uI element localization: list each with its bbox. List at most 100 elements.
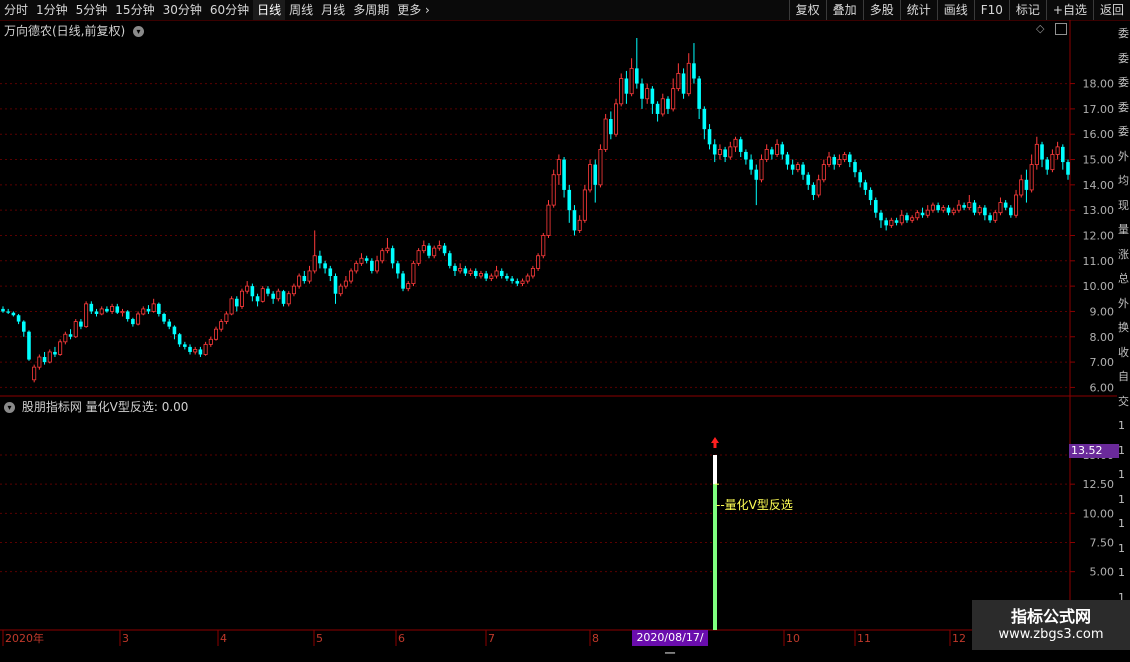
candle-body	[624, 78, 629, 94]
candle-body	[998, 202, 1003, 214]
watermark: 指标公式网 www.zbgs3.com	[972, 600, 1130, 650]
right-col-char: 换	[1118, 321, 1129, 334]
right-info-column: 委委委委委外均现量涨总外换收自交1111111111	[1117, 20, 1130, 630]
candle-body	[759, 159, 764, 181]
date-tick-label: 11	[857, 632, 871, 645]
watermark-url: www.zbgs3.com	[998, 627, 1104, 642]
date-tick-label: 12	[952, 632, 966, 645]
candle-body	[208, 338, 213, 345]
candle-body	[603, 118, 608, 150]
candle-body	[910, 217, 915, 221]
candle-body	[712, 144, 717, 155]
candle-body	[951, 209, 956, 214]
candle-body	[37, 356, 42, 368]
candle-body	[79, 321, 83, 327]
candle-body	[609, 119, 613, 135]
candle-body	[245, 285, 250, 292]
candle-body	[266, 288, 270, 294]
candle-body	[183, 344, 187, 347]
candle-body	[588, 164, 593, 191]
right-col-char: 1	[1118, 492, 1125, 506]
candle-body	[801, 164, 805, 175]
price-tick-label: 14.00	[1083, 179, 1115, 192]
candle-body	[1, 308, 5, 312]
right-col-char: 收	[1118, 345, 1129, 359]
candle-body	[276, 290, 281, 300]
candle-body	[930, 204, 935, 211]
candle-body	[582, 189, 587, 221]
candle-body	[598, 149, 603, 186]
indicator-tick-label: 10.00	[1083, 507, 1115, 520]
candle-body	[354, 262, 359, 272]
candle-body	[676, 73, 681, 90]
candle-body	[21, 321, 26, 332]
candle-body	[728, 146, 733, 158]
candle-body	[349, 270, 354, 282]
price-tick-label: 12.00	[1083, 229, 1115, 242]
candle-body	[848, 154, 852, 163]
candle-body	[920, 212, 925, 216]
candle-body	[125, 311, 130, 320]
candle-body	[551, 174, 556, 206]
candle-body	[983, 207, 987, 216]
candle-body	[42, 357, 47, 363]
right-col-char: 外	[1118, 149, 1129, 163]
chart-canvas[interactable]: 18.0017.0016.0015.0014.0013.0012.0011.00…	[0, 0, 1130, 650]
candle-body	[816, 179, 821, 196]
candle-body	[453, 265, 457, 271]
candle-body	[640, 83, 644, 99]
candle-body	[385, 247, 390, 252]
candle-body	[660, 98, 665, 115]
candle-body	[136, 313, 141, 325]
price-tick-label: 15.00	[1083, 154, 1115, 167]
right-col-char: 1	[1118, 419, 1125, 432]
candle-body	[842, 154, 847, 160]
candle-body	[94, 311, 99, 314]
candle-body	[302, 276, 307, 282]
candle-body	[941, 207, 946, 211]
candle-body	[884, 220, 888, 226]
candle-body	[1009, 207, 1013, 216]
candle-body	[489, 275, 494, 279]
price-tick-label: 17.00	[1083, 103, 1115, 116]
candle-body	[328, 268, 333, 276]
date-tick-label: 8	[592, 632, 599, 645]
candle-body	[577, 219, 582, 231]
candle-body	[811, 184, 816, 195]
candle-body	[515, 281, 520, 284]
candle-body	[567, 189, 572, 211]
indicator-tick-label: 7.50	[1090, 537, 1115, 550]
candle-body	[468, 270, 473, 274]
candle-body	[99, 308, 104, 315]
candle-body	[141, 308, 146, 315]
right-col-char: 1	[1118, 468, 1125, 481]
candle-body	[562, 159, 566, 190]
right-col-char: 委	[1118, 76, 1129, 89]
candle-body	[962, 205, 966, 208]
current-value-tag: 13.52	[1069, 444, 1119, 458]
candle-body	[858, 172, 862, 183]
candle-body	[1019, 179, 1024, 196]
candle-body	[427, 245, 431, 256]
price-tick-label: 7.00	[1090, 356, 1115, 369]
candle-body	[889, 219, 894, 226]
candle-body	[744, 151, 748, 160]
candle-body	[478, 273, 483, 277]
candle-body	[437, 245, 442, 249]
candle-body	[1040, 144, 1044, 160]
candle-body	[702, 108, 707, 130]
candle-body	[16, 315, 21, 322]
candle-body	[281, 291, 286, 304]
right-col-char: 涨	[1118, 247, 1129, 261]
candle-body	[271, 293, 275, 299]
price-tick-label: 9.00	[1090, 305, 1115, 318]
candle-body	[219, 321, 224, 330]
candle-body	[157, 303, 161, 314]
candle-body	[11, 312, 16, 316]
candle-body	[1055, 146, 1060, 155]
candle-body	[224, 313, 229, 322]
candle-body	[250, 286, 255, 297]
candle-body	[614, 103, 619, 135]
right-col-char: 委	[1118, 27, 1129, 40]
candle-body	[188, 346, 192, 352]
